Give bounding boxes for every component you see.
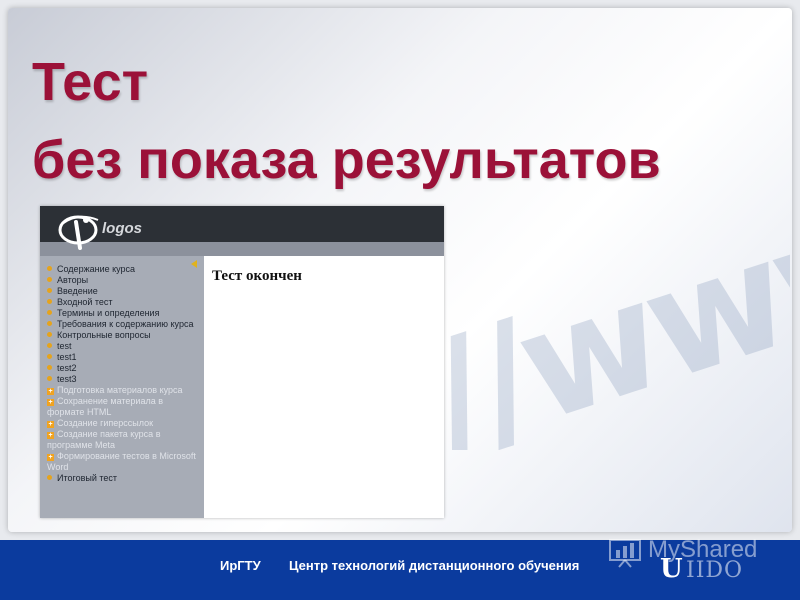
sidebar-nav-item-label: Сохранение материала в формате HTML: [47, 396, 163, 417]
footer-org: ИрГТУ: [220, 558, 261, 573]
sidebar-nav-item[interactable]: Итоговый тест: [47, 473, 197, 484]
sidebar-nav-item-label: Авторы: [57, 275, 89, 285]
footer-center-name: Центр технологий дистанционного обучения: [289, 558, 580, 573]
sidebar-nav-item-label: Введение: [57, 286, 98, 296]
sidebar-nav-item[interactable]: + Создание гиперссылок: [47, 418, 197, 429]
sidebar: Содержание курса Авторы Введение Входной те…: [40, 256, 204, 518]
slide-title-line-2: без показа результатов: [32, 130, 661, 190]
sidebar-nav-item[interactable]: test2: [47, 363, 197, 374]
orange-dot-icon: [47, 376, 52, 381]
content-heading: Тест окончен: [212, 268, 302, 284]
plus-square-icon: +: [47, 432, 54, 439]
app-window: logos Содержание курса Авторы Введение Вход…: [40, 206, 444, 518]
orange-dot-icon: [47, 266, 52, 271]
sidebar-nav-item-label: test: [57, 341, 72, 351]
orange-dot-icon: [47, 354, 52, 359]
sidebar-nav-item[interactable]: + Подготовка материалов курса: [47, 385, 197, 396]
plus-square-icon: +: [47, 454, 54, 461]
www-decoration: //www: [430, 230, 790, 450]
sidebar-nav-item-label: Термины и определения: [57, 308, 160, 318]
orange-dot-icon: [47, 343, 52, 348]
sidebar-nav-item[interactable]: Входной тест: [47, 297, 197, 308]
presentation-board-icon: [609, 539, 641, 568]
www-decoration-text: //www: [430, 230, 790, 450]
sidebar-nav-item[interactable]: Термины и определения: [47, 308, 197, 319]
sidebar-nav-item[interactable]: test1: [47, 352, 197, 363]
myshared-watermark-text: MyShared: [648, 536, 758, 563]
orange-dot-icon: [47, 365, 52, 370]
orange-dot-icon: [47, 299, 52, 304]
orange-dot-icon: [47, 310, 52, 315]
orange-dot-icon: [47, 332, 52, 337]
sidebar-nav-item-label: Подготовка материалов курса: [57, 385, 183, 395]
sidebar-nav-item-label: Содержание курса: [57, 264, 136, 274]
sidebar-nav-item-label: Контрольные вопросы: [57, 330, 151, 340]
logos-logo[interactable]: logos: [56, 210, 166, 254]
orange-dot-icon: [47, 321, 52, 326]
sidebar-nav-item-label: Формирование тестов в Microsoft Word: [47, 451, 196, 472]
slide-title-line-1: Тест: [32, 52, 149, 112]
sidebar-nav-item[interactable]: test: [47, 341, 197, 352]
sidebar-nav-item-label: Требования к содержанию курса: [57, 319, 194, 329]
sidebar-nav-item[interactable]: Требования к содержанию курса: [47, 319, 197, 330]
sidebar-nav-item[interactable]: + Сохранение материала в формате HTML: [47, 396, 197, 418]
myshared-watermark: MyShared: [608, 536, 788, 572]
sidebar-nav-item-label: test3: [57, 374, 77, 384]
sidebar-nav-item[interactable]: Содержание курса: [47, 264, 197, 275]
sidebar-nav-item[interactable]: + Формирование тестов в Microsoft Word: [47, 451, 197, 473]
logos-logo-text: logos: [102, 220, 142, 237]
orange-dot-icon: [47, 288, 52, 293]
logos-logo-icon: [58, 215, 99, 250]
sidebar-nav-item-label: Создание пакета курса в программе Meta: [47, 429, 161, 450]
sidebar-nav-item[interactable]: Авторы: [47, 275, 197, 286]
sidebar-nav: Содержание курса Авторы Введение Входной те…: [47, 264, 197, 484]
sidebar-nav-item[interactable]: + Создание пакета курса в программе Meta: [47, 429, 197, 451]
sidebar-nav-item[interactable]: test3: [47, 374, 197, 385]
sidebar-nav-item[interactable]: Введение: [47, 286, 197, 297]
sidebar-nav-item-label: Входной тест: [57, 297, 113, 307]
orange-dot-icon: [47, 277, 52, 282]
content-pane: Тест окончен: [204, 256, 444, 518]
plus-square-icon: +: [47, 421, 54, 428]
sidebar-nav-item-label: Итоговый тест: [57, 473, 118, 483]
plus-square-icon: +: [47, 399, 54, 406]
sidebar-nav-item-label: test2: [57, 363, 77, 373]
sidebar-nav-item-label: Создание гиперссылок: [57, 418, 154, 428]
slide: //www Тест без показа результатов logos …: [0, 0, 800, 600]
sidebar-nav-item[interactable]: Контрольные вопросы: [47, 330, 197, 341]
orange-dot-icon: [47, 475, 52, 480]
plus-square-icon: +: [47, 388, 54, 395]
sidebar-nav-item-label: test1: [57, 352, 77, 362]
